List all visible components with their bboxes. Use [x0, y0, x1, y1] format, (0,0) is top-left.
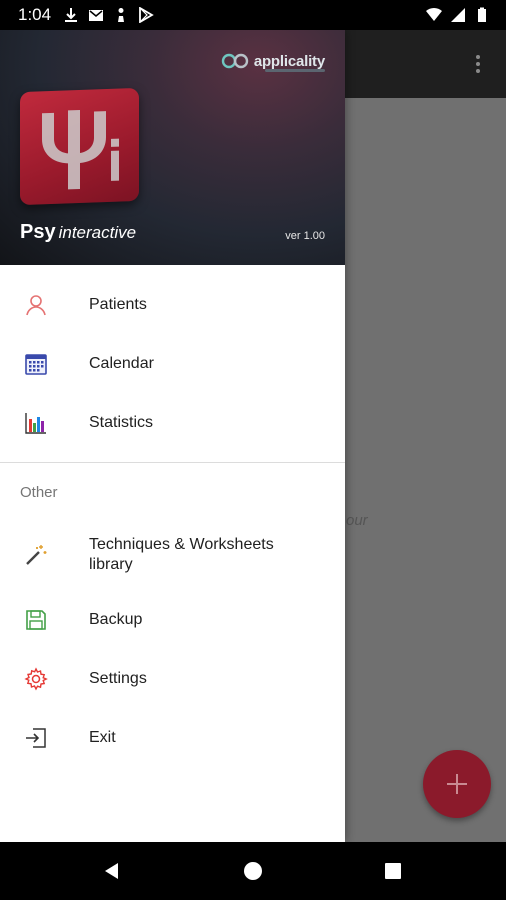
chess-piece-icon: [118, 8, 125, 22]
overflow-menu-icon[interactable]: [466, 52, 490, 76]
app-name-italic: interactive: [58, 223, 137, 242]
menu-item-statistics[interactable]: Statistics: [0, 393, 345, 452]
menu-item-settings[interactable]: Settings: [0, 649, 345, 708]
calendar-icon: [23, 351, 49, 377]
floppy-disk-icon: [23, 607, 49, 633]
app-version: ver 1.00: [285, 230, 325, 242]
menu-label-calendar: Calendar: [89, 354, 154, 372]
app-logo-tile: [20, 87, 139, 206]
download-icon: [65, 8, 78, 22]
home-circle-icon: [244, 862, 262, 880]
back-button[interactable]: [101, 860, 123, 882]
back-triangle-icon: [105, 863, 118, 879]
wifi-icon: [426, 7, 442, 22]
plus-icon: [447, 774, 467, 794]
signal-icon: [451, 8, 465, 22]
menu-label-techniques-library: Techniques & Worksheets library: [89, 536, 274, 573]
drawer-header: applicality Psy interactive ver 1.00: [0, 30, 345, 265]
main-menu: Patients Calendar Statistics: [0, 265, 345, 452]
brand-tagline-bar: [265, 69, 325, 72]
app-name-bold: Psy: [20, 221, 56, 243]
navigation-drawer: applicality Psy interactive ver 1.00 Pati…: [0, 30, 345, 842]
app-name: Psy interactive: [20, 221, 136, 244]
magic-wand-icon: [23, 542, 49, 568]
status-bar: 1:04: [0, 0, 506, 30]
menu-label-backup: Backup: [89, 610, 143, 628]
battery-icon: [478, 7, 486, 22]
menu-label-exit: Exit: [89, 728, 116, 746]
recents-square-icon: [385, 863, 401, 879]
menu-item-techniques-library[interactable]: Techniques & Worksheets library: [0, 520, 345, 590]
mail-icon: [89, 10, 104, 21]
menu-label-settings: Settings: [89, 669, 147, 687]
menu-label-patients: Patients: [89, 295, 147, 313]
menu-item-patients[interactable]: Patients: [0, 275, 345, 334]
other-menu: Techniques & Worksheets library Backup S…: [0, 520, 345, 767]
menu-label-statistics: Statistics: [89, 413, 154, 431]
home-button[interactable]: [242, 860, 264, 882]
bar-chart-icon: [23, 410, 49, 436]
applicality-logo: applicality: [220, 52, 325, 72]
empty-state-text: our: [346, 512, 368, 529]
infinity-logo-icon: [221, 53, 249, 69]
system-nav-bar: [0, 842, 506, 900]
menu-item-backup[interactable]: Backup: [0, 590, 345, 649]
brand-name: applicality: [253, 52, 325, 70]
add-fab-button[interactable]: [423, 750, 491, 818]
exit-icon: [23, 725, 49, 751]
menu-item-exit[interactable]: Exit: [0, 708, 345, 767]
menu-item-calendar[interactable]: Calendar: [0, 334, 345, 393]
section-label-other: Other: [20, 484, 58, 501]
status-time: 1:04: [18, 5, 52, 24]
recents-button[interactable]: [382, 860, 404, 882]
gear-icon: [23, 666, 49, 692]
psi-logo-icon: [42, 109, 119, 190]
person-icon: [23, 292, 49, 318]
play-store-icon: [139, 7, 154, 23]
